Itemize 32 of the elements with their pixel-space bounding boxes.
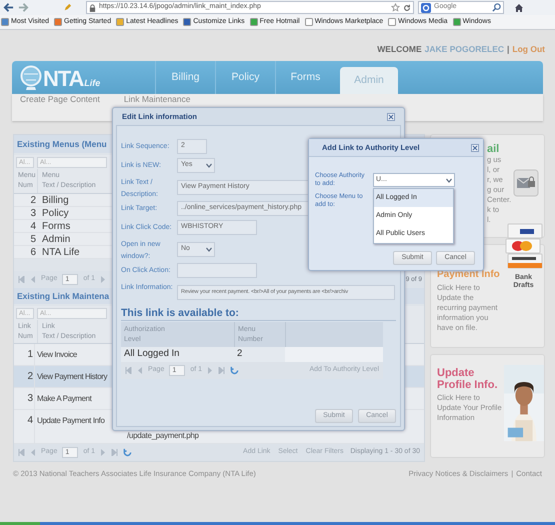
table-cell: View Invoice (37, 350, 77, 359)
table-cell-text: 1 (26, 348, 34, 362)
table-cell-text: 6 (29, 246, 37, 260)
table-cell-text: 3 (26, 392, 34, 406)
grid-title: Existing Link Maintena (17, 290, 110, 302)
table-cell-text: 2 (26, 370, 34, 384)
table-cell-text: 3 (29, 206, 37, 220)
table-cell-text: Admin (41, 232, 70, 246)
table-cell-text: NTA Life (41, 246, 80, 260)
user-name: JAKE POGORELEC (424, 42, 504, 56)
table-cell-text: Billing (41, 194, 69, 208)
card-title: ail (487, 143, 500, 155)
table-cell-text: 4 (29, 220, 37, 234)
table-cell-text: All Logged In (123, 347, 180, 362)
table-cell-text: Forms (41, 220, 70, 234)
section-title: This link is available to: (121, 307, 396, 321)
table-cell-text: 2 (29, 194, 37, 208)
table-cell-text: 4 (26, 414, 34, 428)
logo-subtext: Life (84, 78, 100, 90)
table-cell-text: 2 (236, 347, 244, 362)
card-title: Payment Info (437, 269, 501, 281)
table-cell-text: Policy (41, 206, 69, 220)
table-cell: View Payment History (37, 372, 108, 381)
card-title: Update Profile Info. (437, 367, 498, 391)
table-cell: Make A Payment (37, 394, 92, 403)
grid-title: Existing Menus (Menu (17, 138, 107, 150)
table-cell-text: 5 (29, 232, 37, 246)
logo-text: NTA (43, 67, 84, 91)
table-cell: Update Payment Info (37, 416, 105, 425)
table-cell-text: /update_payment.php (126, 430, 199, 442)
separator-text: | (507, 42, 510, 56)
welcome-text: WELCOME (377, 42, 422, 56)
